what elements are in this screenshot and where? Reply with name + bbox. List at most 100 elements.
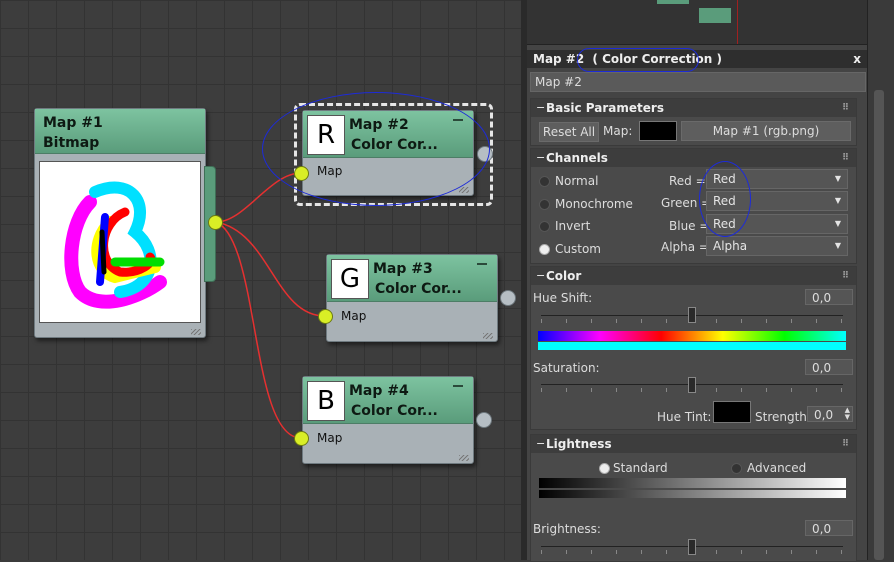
resize-grip[interactable] bbox=[483, 333, 493, 339]
saturation-spinner[interactable]: 0,0 bbox=[805, 359, 853, 375]
alpha-channel-dropdown[interactable]: Alpha ▼ bbox=[706, 236, 848, 256]
rgb-letters-image bbox=[64, 181, 167, 309]
hue-shift-spinner[interactable]: 0,0 bbox=[805, 289, 853, 305]
rollout-color: − Color ⠿ Hue Shift: 0,0 Saturation: 0,0… bbox=[530, 266, 857, 430]
node-thumbnail: G bbox=[331, 259, 369, 299]
node-map4-output-socket[interactable] bbox=[476, 412, 492, 428]
lightness-gradient-bar bbox=[539, 478, 846, 488]
hue-shift-slider-thumb[interactable] bbox=[688, 307, 696, 323]
rollout-header[interactable]: − Lightness ⠿ bbox=[531, 435, 856, 453]
node-editor-canvas[interactable]: Map #1 Bitmap R Map #2 Color Cor... Map bbox=[0, 0, 521, 560]
brightness-slider-thumb[interactable] bbox=[688, 539, 696, 555]
spinner-arrows-icon[interactable]: ▲ ▼ bbox=[845, 407, 850, 421]
saturation-slider-thumb[interactable] bbox=[688, 377, 696, 393]
rollout-header[interactable]: − Basic Parameters ⠿ bbox=[531, 99, 856, 117]
resize-grip[interactable] bbox=[459, 455, 469, 461]
wire-map1-to-map3 bbox=[215, 221, 326, 317]
minimize-icon[interactable] bbox=[477, 263, 487, 265]
radio-standard[interactable] bbox=[599, 463, 610, 474]
drag-handle-icon[interactable]: ⠿ bbox=[842, 435, 850, 453]
node-map1-output-socket[interactable] bbox=[208, 215, 223, 230]
collapse-icon: − bbox=[536, 269, 546, 282]
navigator-preview[interactable] bbox=[527, 0, 867, 45]
drag-handle-icon[interactable]: ⠿ bbox=[842, 99, 850, 117]
node-title: Map #4 bbox=[349, 383, 409, 399]
minimize-icon[interactable] bbox=[453, 385, 463, 387]
resize-grip[interactable] bbox=[459, 187, 469, 193]
node-subtitle: Color Cor... bbox=[375, 281, 462, 297]
channel-label-alpha: Alpha = bbox=[661, 240, 709, 254]
rollout-title: Channels bbox=[546, 151, 608, 165]
radio-label-custom: Custom bbox=[555, 242, 601, 256]
node-title: Map #1 bbox=[43, 115, 103, 131]
rollout-title: Color bbox=[546, 269, 582, 283]
node-port-label: Map bbox=[341, 309, 367, 323]
preview-node bbox=[657, 0, 689, 4]
collapse-icon: − bbox=[536, 151, 546, 164]
node-subtitle: Bitmap bbox=[43, 135, 100, 151]
node-map4-input-socket[interactable] bbox=[294, 431, 309, 446]
node-title: Map #3 bbox=[373, 261, 433, 277]
rollout-title: Lightness bbox=[546, 437, 612, 451]
brightness-spinner[interactable]: 0,0 bbox=[805, 520, 853, 536]
radio-label-monochrome: Monochrome bbox=[555, 197, 633, 211]
saturation-label: Saturation: bbox=[533, 361, 600, 375]
map-color-swatch[interactable] bbox=[639, 121, 677, 141]
node-header: G Map #3 Color Cor... bbox=[327, 255, 497, 302]
map-name-field[interactable]: Map #2 bbox=[530, 72, 866, 92]
radio-label-normal: Normal bbox=[555, 174, 599, 188]
annotation-circle-title bbox=[577, 48, 699, 72]
brightness-label: Brightness: bbox=[533, 522, 601, 536]
drag-handle-icon[interactable]: ⠿ bbox=[842, 149, 850, 167]
radio-label-advanced: Advanced bbox=[747, 461, 807, 475]
rollout-channels: − Channels ⠿ Normal Monochrome Invert Cu… bbox=[530, 148, 857, 264]
collapse-icon: − bbox=[536, 101, 546, 114]
chevron-down-icon: ▼ bbox=[834, 196, 841, 205]
chevron-down-icon: ▼ bbox=[834, 241, 841, 250]
map-label: Map: bbox=[603, 124, 633, 138]
rollout-title: Basic Parameters bbox=[546, 101, 664, 115]
radio-monochrome[interactable] bbox=[539, 199, 550, 210]
chevron-down-icon: ▼ bbox=[834, 174, 841, 183]
hue-tint-swatch[interactable] bbox=[713, 401, 751, 423]
preview-node bbox=[699, 8, 731, 23]
node-map3-output-socket[interactable] bbox=[500, 290, 516, 306]
chevron-down-icon: ▼ bbox=[834, 219, 841, 228]
radio-label-standard: Standard bbox=[613, 461, 668, 475]
node-subtitle: Color Cor... bbox=[351, 403, 438, 419]
node-port-label: Map bbox=[317, 431, 343, 445]
radio-invert[interactable] bbox=[539, 221, 550, 232]
close-icon[interactable]: x bbox=[853, 50, 861, 68]
radio-custom[interactable] bbox=[539, 244, 550, 255]
scrollbar-thumb[interactable] bbox=[874, 90, 884, 560]
node-map3-color-correction[interactable]: G Map #3 Color Cor... Map bbox=[326, 254, 498, 342]
map-slot-button[interactable]: Map #1 (rgb.png) bbox=[681, 121, 851, 141]
radio-label-invert: Invert bbox=[555, 219, 591, 233]
strength-value: 0,0 bbox=[814, 408, 834, 422]
rollout-header[interactable]: − Color ⠿ bbox=[531, 267, 856, 285]
annotation-circle-channels bbox=[699, 161, 751, 237]
hue-tint-label: Hue Tint: bbox=[657, 410, 712, 424]
drag-handle-icon[interactable]: ⠿ bbox=[842, 267, 850, 285]
node-thumbnail: B bbox=[307, 381, 345, 421]
rollout-header[interactable]: − Channels ⠿ bbox=[531, 149, 856, 167]
node-map3-input-socket[interactable] bbox=[318, 309, 333, 324]
node-map4-color-correction[interactable]: B Map #4 Color Cor... Map bbox=[302, 376, 474, 464]
reset-all-button[interactable]: Reset All bbox=[539, 122, 599, 142]
node-header: Map #1 Bitmap bbox=[35, 109, 205, 154]
rollout-basic-parameters: − Basic Parameters ⠿ Reset All Map: Map … bbox=[530, 98, 857, 146]
dropdown-value: Alpha bbox=[713, 239, 748, 253]
lightness-result-bar bbox=[539, 490, 846, 498]
node-map1-bitmap[interactable]: Map #1 Bitmap bbox=[34, 108, 206, 338]
wire-map1-to-map4 bbox=[215, 221, 302, 439]
hue-shift-label: Hue Shift: bbox=[533, 291, 593, 305]
strength-spinner[interactable]: 0,0 ▲ ▼ bbox=[807, 406, 853, 422]
hue-spectrum-bar bbox=[538, 331, 846, 341]
rollout-lightness: − Lightness ⠿ Standard Advanced Brightne… bbox=[530, 434, 857, 562]
radio-advanced[interactable] bbox=[731, 463, 742, 474]
hue-result-bar bbox=[538, 342, 846, 350]
strength-label: Strength: bbox=[755, 410, 811, 424]
resize-grip[interactable] bbox=[191, 329, 201, 335]
radio-normal[interactable] bbox=[539, 176, 550, 187]
panel-scrollbar[interactable] bbox=[867, 0, 894, 560]
